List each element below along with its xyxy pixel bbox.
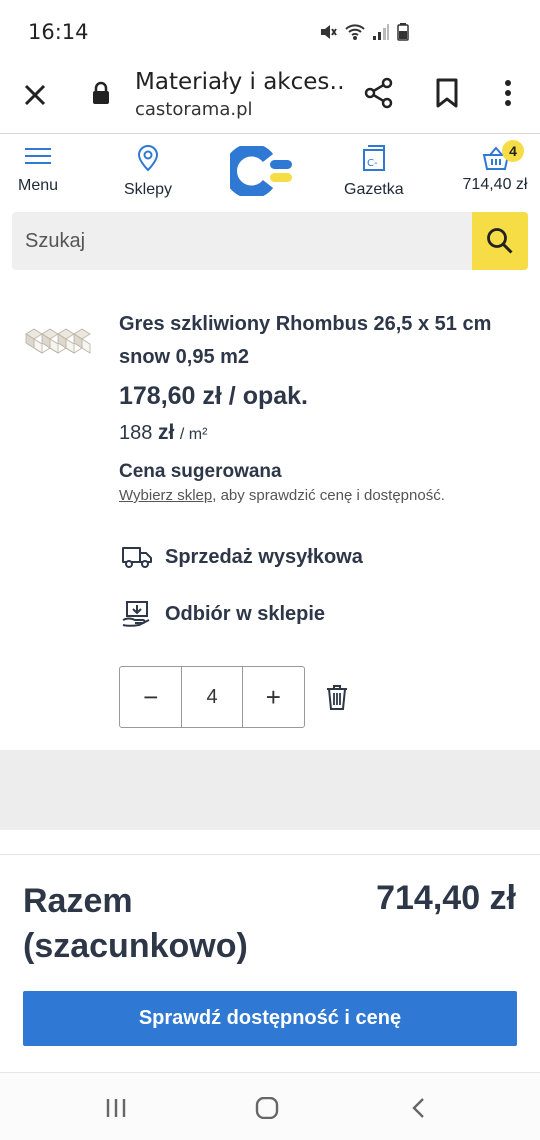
total-label-line2: (szacunkowo): [23, 927, 248, 965]
system-navigation-bar: [0, 1072, 540, 1140]
nav-menu[interactable]: Menu: [18, 144, 58, 195]
quantity-stepper: − 4 +: [119, 666, 305, 728]
search-bar: [12, 212, 528, 270]
total-label-line1: Razem: [23, 882, 133, 920]
mute-icon: [321, 25, 337, 39]
store-note-text: , aby sprawdzić cenę i dostępność.: [212, 487, 445, 504]
check-availability-button[interactable]: Sprawdź dostępność i cenę: [23, 991, 517, 1046]
delivery-label: Sprzedaż wysyłkowa: [165, 545, 363, 568]
nav-stores-label: Sklepy: [124, 181, 173, 198]
increase-quantity-button[interactable]: +: [243, 667, 304, 727]
search-input[interactable]: [12, 212, 472, 270]
store-pickup-icon: [122, 601, 150, 627]
trash-icon[interactable]: [325, 683, 349, 711]
more-options-icon[interactable]: [496, 76, 520, 110]
unit-price-currency: zł: [157, 421, 175, 444]
nav-cart-total: 714,40 zł: [462, 176, 528, 193]
page-title[interactable]: Materiały i akces…: [135, 69, 345, 95]
site-nav: Menu Sklepy C- Gazetka 4 714,40 zł: [0, 134, 540, 208]
total-label: Razem (szacunkowo): [23, 879, 248, 969]
pickup-option: Odbiór w sklepie: [121, 600, 325, 628]
unit-price: 188 zł / m²: [119, 421, 207, 445]
status-time: 16:14: [28, 20, 89, 44]
nav-gazette-label: Gazetka: [344, 181, 404, 198]
status-icons: [318, 22, 410, 42]
quantity-field[interactable]: 4: [181, 667, 243, 727]
bookmark-icon[interactable]: [432, 76, 462, 110]
close-icon[interactable]: [18, 78, 52, 112]
status-bar: 16:14: [0, 0, 540, 64]
location-pin-icon: [138, 145, 159, 172]
store-note: Wybierz sklep, aby sprawdzić cenę i dost…: [119, 487, 445, 504]
cart-item: Gres szkliwiony Rhombus 26,5 x 51 cm sno…: [0, 290, 540, 750]
back-icon[interactable]: [408, 1097, 430, 1119]
signal-icon: [373, 24, 389, 40]
wifi-icon: [345, 24, 365, 40]
svg-text:C-: C-: [367, 158, 378, 169]
product-thumbnail[interactable]: [24, 322, 94, 362]
unit-price-unit: / m²: [179, 426, 208, 443]
search-button[interactable]: [472, 212, 528, 270]
truck-icon: [122, 547, 152, 568]
delivery-option: Sprzedaż wysyłkowa: [121, 544, 363, 570]
castorama-logo[interactable]: [230, 146, 294, 196]
search-icon: [487, 228, 513, 254]
section-divider: [0, 750, 540, 830]
browser-toolbar: Materiały i akces… castorama.pl: [0, 64, 540, 134]
unit-price-value: 188: [119, 422, 153, 444]
lock-icon: [93, 81, 109, 104]
gazette-icon: C-: [362, 145, 385, 171]
total-value: 714,40 zł: [376, 879, 516, 917]
nav-menu-label: Menu: [18, 177, 59, 194]
recent-apps-icon[interactable]: [104, 1097, 128, 1119]
product-name[interactable]: Gres szkliwiony Rhombus 26,5 x 51 cm sno…: [119, 308, 519, 374]
cart-count-badge: 4: [502, 140, 524, 162]
pickup-label: Odbiór w sklepie: [165, 602, 326, 625]
nav-stores[interactable]: Sklepy: [124, 144, 172, 199]
package-price: 178,60 zł / opak.: [119, 382, 308, 410]
page-url[interactable]: castorama.pl: [135, 99, 253, 120]
decrease-quantity-button[interactable]: −: [120, 667, 181, 727]
hamburger-icon: [25, 148, 52, 164]
nav-cart[interactable]: 4 714,40 zł: [462, 140, 528, 194]
order-summary: Razem (szacunkowo) 714,40 zł Sprawdź dos…: [0, 854, 540, 1072]
suggested-price-label: Cena sugerowana: [119, 461, 282, 482]
share-icon[interactable]: [362, 76, 396, 110]
nav-gazette[interactable]: C- Gazetka: [344, 144, 404, 199]
select-store-link[interactable]: Wybierz sklep: [119, 487, 212, 504]
home-icon[interactable]: [255, 1097, 279, 1119]
battery-icon: [397, 23, 409, 41]
